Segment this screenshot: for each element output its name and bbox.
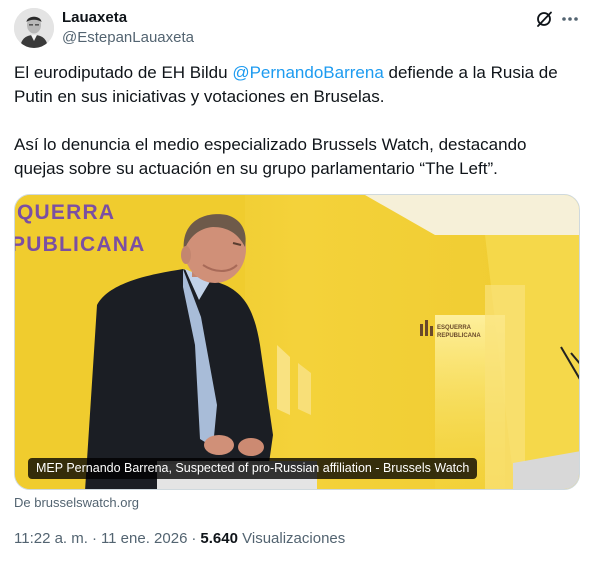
tweet-paragraph-1: El eurodiputado de EH Bildu @PernandoBar… bbox=[14, 61, 579, 109]
author-name[interactable]: Lauaxeta bbox=[62, 9, 194, 27]
backdrop-text-1: QUERRA bbox=[17, 201, 115, 224]
grok-icon[interactable] bbox=[535, 10, 553, 28]
media-card[interactable]: QUERRA PUBLICANA ESQUERRA REPUBLICANA ME… bbox=[14, 194, 580, 490]
logo-text-2: REPUBLICANA bbox=[437, 333, 481, 339]
avatar[interactable] bbox=[14, 8, 54, 48]
avatar-portrait bbox=[14, 8, 54, 48]
mention-link[interactable]: @PernandoBarrena bbox=[232, 63, 383, 82]
tweet-paragraph-2: Así lo denuncia el medio especializado B… bbox=[14, 135, 527, 178]
media-caption: MEP Pernando Barrena, Suspected of pro-R… bbox=[28, 458, 478, 479]
more-horizontal-icon[interactable] bbox=[560, 10, 580, 28]
tweet-text-part: El eurodiputado de EH Bildu bbox=[14, 63, 233, 82]
media-photo: QUERRA PUBLICANA ESQUERRA REPUBLICANA bbox=[15, 195, 579, 489]
views-label: Visualizaciones bbox=[242, 530, 346, 547]
tweet-date[interactable]: 11 ene. 2026 bbox=[101, 530, 187, 547]
separator: · bbox=[191, 530, 197, 547]
tweet-meta: 11:22 a. m. · 11 ene. 2026 · 5.640 Visualiza… bbox=[14, 529, 345, 549]
logo-text-1: ESQUERRA bbox=[437, 325, 472, 331]
source-link[interactable]: De brusselswatch.org bbox=[14, 495, 139, 511]
separator: · bbox=[91, 530, 97, 547]
tweet-text: El eurodiputado de EH Bildu @PernandoBar… bbox=[14, 61, 579, 181]
backdrop-text-2: PUBLICANA bbox=[15, 233, 145, 256]
author-info[interactable]: Lauaxeta @EstepanLauaxeta bbox=[62, 9, 194, 48]
author-handle[interactable]: @EstepanLauaxeta bbox=[62, 28, 194, 48]
views-count: 5.640 bbox=[200, 530, 238, 547]
tweet-time[interactable]: 11:22 a. m. bbox=[14, 530, 88, 547]
